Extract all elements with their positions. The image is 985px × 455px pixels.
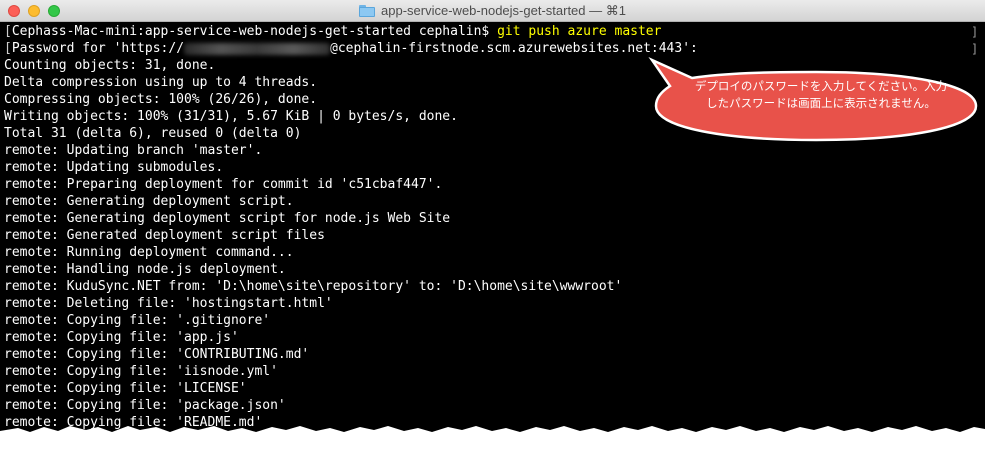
title-bar: app-service-web-nodejs-get-started — ⌘1 (0, 0, 985, 22)
terminal-line: remote: Copying file: 'package.json' (4, 398, 286, 413)
scroll-mark: ] (971, 42, 979, 56)
prompt-line: [Cephass-Mac-mini:app-service-web-nodejs… (0, 23, 966, 40)
terminal-line: remote: Generating deployment script for… (4, 211, 451, 226)
terminal-line: remote: Copying file: '.gitignore' (4, 313, 271, 328)
terminal-line: remote: Preparing deployment for commit … (4, 177, 443, 192)
scroll-mark: ] (971, 25, 979, 39)
terminal-line: remote: Copying file: 'CONTRIBUTING.md' (4, 347, 310, 362)
git-command: git push azure master (497, 24, 662, 39)
password-line: [Password for 'https:// @cephalin-firstno… (0, 40, 966, 57)
terminal-line: remote: Deleting file: 'hostingstart.htm… (4, 296, 333, 311)
terminal-line: remote: Updating branch 'master'. (4, 143, 263, 158)
terminal-line: remote: Copying file: 'LICENSE' (4, 381, 247, 396)
terminal-line: remote: Running deployment command... (4, 245, 294, 260)
password-prompt-prefix: Password for 'https:// (11, 41, 185, 56)
password-prompt-suffix: @cephalin-firstnode.scm.azurewebsites.ne… (330, 41, 698, 56)
prompt-mark: [ (4, 41, 12, 56)
torn-paper-edge (0, 426, 985, 455)
password-callout: デプロイのパスワードを入力してください。入力したパスワードは画面上に表示されませ… (648, 57, 978, 142)
callout-text: デプロイのパスワードを入力してください。入力したパスワードは画面上に表示されませ… (694, 79, 948, 110)
terminal-line: remote: Copying file: 'app.js' (4, 330, 239, 345)
terminal-line: remote: Generating deployment script. (4, 194, 294, 209)
shell-prompt: Cephass-Mac-mini:app-service-web-nodejs-… (11, 24, 498, 39)
terminal-line: remote: Handling node.js deployment. (4, 262, 286, 277)
prompt-mark: [ (4, 24, 12, 39)
window-title-area: app-service-web-nodejs-get-started — ⌘1 (0, 3, 985, 19)
folder-icon (359, 5, 376, 17)
terminal-window: app-service-web-nodejs-get-started — ⌘1 … (0, 0, 985, 440)
window-title: app-service-web-nodejs-get-started — ⌘1 (381, 3, 626, 18)
terminal-line: remote: Generated deployment script file… (4, 228, 325, 243)
blurred-username (184, 42, 331, 55)
terminal-line: remote: KuduSync.NET from: 'D:\home\site… (4, 279, 623, 294)
terminal-line: remote: Updating submodules. (4, 160, 224, 175)
terminal-line: remote: Copying file: 'iisnode.yml' (4, 364, 278, 379)
